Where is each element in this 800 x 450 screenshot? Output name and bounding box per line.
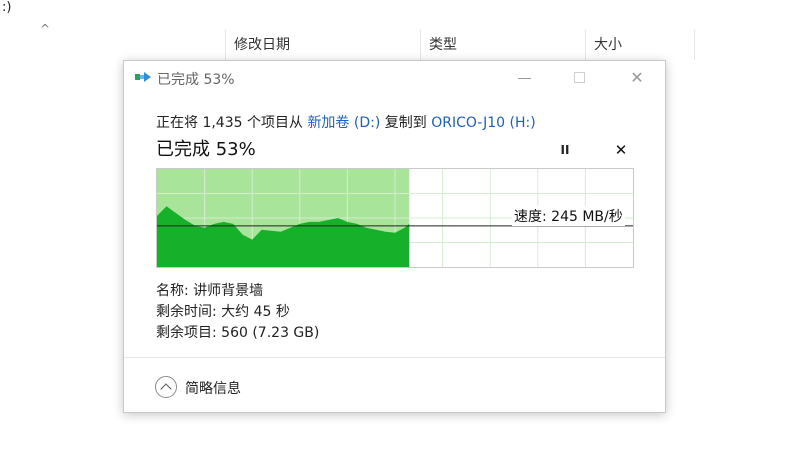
sort-up-icon[interactable]: ^ bbox=[40, 22, 50, 36]
window-title: 已完成 53% bbox=[157, 72, 235, 88]
progress-status: 已完成 53% bbox=[156, 139, 256, 160]
column-header-type[interactable]: 类型 bbox=[420, 30, 585, 60]
maximize-button[interactable] bbox=[565, 65, 595, 91]
speed-label: 速度: 245 MB/秒 bbox=[512, 206, 625, 226]
detail-name: 名称: 讲师背景墙 bbox=[156, 283, 264, 299]
address-fragment: :) bbox=[2, 0, 12, 15]
screen: :) ^ 修改日期 类型 大小 已完成 53% ✕ 正在将 1,435 个项目从… bbox=[0, 0, 800, 450]
maximize-icon bbox=[574, 72, 585, 83]
collapse-details-button[interactable] bbox=[155, 376, 177, 398]
close-icon: ✕ bbox=[630, 68, 644, 87]
minimize-button[interactable] bbox=[510, 65, 540, 91]
minimize-icon bbox=[518, 78, 531, 79]
chevron-up-icon bbox=[160, 383, 172, 395]
copy-description: 正在将 1,435 个项目从 新加卷 (D:) 复制到 ORICO-J10 (H… bbox=[156, 112, 536, 132]
pause-icon: II bbox=[560, 143, 570, 157]
details-panel: 名称: 讲师背景墙 剩余时间: 大约 45 秒 剩余项目: 560 (7.23 … bbox=[156, 281, 319, 344]
source-drive-link[interactable]: 新加卷 (D:) bbox=[307, 115, 380, 131]
destination-drive-link[interactable]: ORICO-J10 (H:) bbox=[431, 115, 535, 131]
detail-items-remaining: 剩余项目: 560 (7.23 GB) bbox=[156, 325, 320, 341]
close-icon: ✕ bbox=[614, 141, 628, 159]
column-header-size[interactable]: 大小 bbox=[585, 30, 695, 60]
pause-button[interactable]: II bbox=[554, 139, 576, 161]
detail-time-remaining: 剩余时间: 大约 45 秒 bbox=[156, 304, 290, 320]
file-copy-icon bbox=[135, 72, 153, 84]
close-window-button[interactable]: ✕ bbox=[622, 65, 652, 91]
fewer-details-label[interactable]: 简略信息 bbox=[185, 378, 241, 398]
copy-middle: 复制到 bbox=[380, 115, 432, 131]
copy-progress-dialog: 已完成 53% ✕ 正在将 1,435 个项目从 新加卷 (D:) 复制到 OR… bbox=[123, 60, 666, 413]
copy-prefix: 正在将 1,435 个项目从 bbox=[156, 115, 308, 131]
dialog-footer: 简略信息 bbox=[124, 357, 665, 414]
cancel-button[interactable]: ✕ bbox=[610, 139, 632, 161]
column-header-date[interactable]: 修改日期 bbox=[225, 30, 420, 60]
title-bar[interactable]: 已完成 53% ✕ bbox=[124, 61, 665, 95]
speed-chart: 速度: 245 MB/秒 bbox=[156, 168, 634, 268]
